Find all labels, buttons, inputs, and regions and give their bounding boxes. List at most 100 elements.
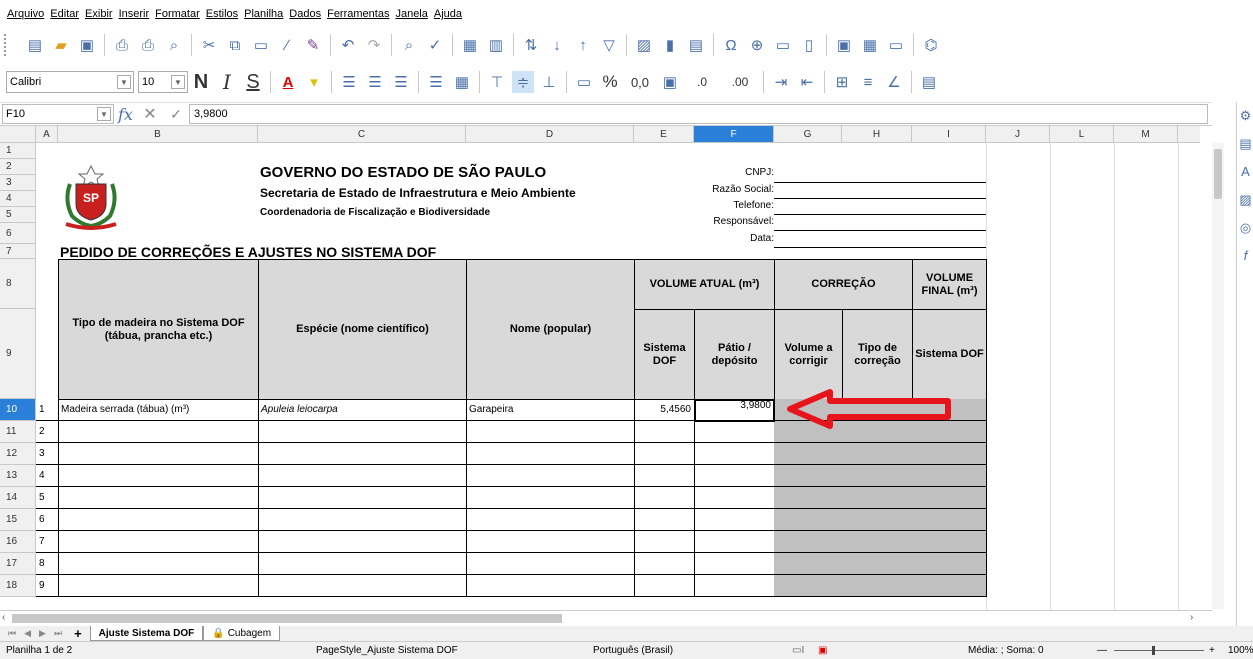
tipo-madeira-cell[interactable]	[58, 575, 259, 597]
item-number[interactable]: 1	[36, 399, 59, 421]
chevron-down-icon[interactable]: ▼	[117, 75, 131, 89]
next-sheet-icon[interactable]: ▶	[39, 628, 46, 639]
row-header[interactable]: 5	[0, 207, 36, 223]
header-sistema-dof-final[interactable]: Sistema DOF	[912, 309, 987, 400]
navigator-icon[interactable]: ◎	[1237, 220, 1253, 242]
show-draw-functions-icon[interactable]: ⌬	[920, 34, 942, 56]
first-sheet-icon[interactable]: ⏮	[8, 628, 16, 639]
menu-formatar[interactable]: Formatar	[155, 8, 200, 20]
tipo-madeira-cell[interactable]	[58, 443, 259, 465]
tipo-correcao-cell[interactable]	[842, 575, 913, 597]
tipo-correcao-cell[interactable]	[842, 553, 913, 575]
patio-deposito-cell[interactable]	[694, 487, 775, 509]
formula-input[interactable]: 3,9800	[188, 104, 1208, 124]
prev-sheet-icon[interactable]: ◀	[24, 628, 31, 639]
item-number[interactable]: 4	[36, 465, 59, 487]
decrease-indent-icon[interactable]: ⇤	[796, 71, 818, 93]
delete-decimal-icon[interactable]: .00	[723, 71, 757, 93]
image-icon[interactable]: ▨	[633, 34, 655, 56]
language[interactable]: Português (Brasil)	[593, 645, 673, 656]
tipo-madeira-cell[interactable]	[58, 509, 259, 531]
column-header-a[interactable]: A	[36, 126, 58, 143]
tipo-madeira-cell[interactable]	[58, 487, 259, 509]
functions-icon[interactable]: f	[1237, 248, 1253, 270]
row-header[interactable]: 14	[0, 487, 36, 509]
especie-cell[interactable]: Apuleia leiocarpa	[258, 399, 467, 421]
toolbar-grip[interactable]	[4, 34, 10, 56]
tipo-correcao-cell[interactable]	[842, 487, 913, 509]
volume-final-cell[interactable]	[912, 575, 987, 597]
zoom-slider[interactable]	[1114, 650, 1204, 651]
border-color-icon[interactable]: ∠	[883, 71, 905, 93]
sistema-dof-cell[interactable]	[634, 531, 695, 553]
sort-icon[interactable]: ⇅	[520, 34, 542, 56]
select-all-corner[interactable]	[0, 126, 36, 143]
italic-button[interactable]: I	[216, 70, 238, 94]
column-header-blank[interactable]	[1178, 126, 1200, 143]
menu-ferramentas[interactable]: Ferramentas	[327, 8, 389, 20]
volume-final-cell[interactable]	[912, 465, 987, 487]
zoom-out-icon[interactable]: —	[1097, 645, 1107, 656]
menu-estilos[interactable]: Estilos	[206, 8, 238, 20]
nome-popular-cell[interactable]	[466, 421, 635, 443]
menu-planilha[interactable]: Planilha	[244, 8, 283, 20]
zoom-level[interactable]: 100%	[1228, 645, 1253, 656]
item-number[interactable]: 8	[36, 553, 59, 575]
chevron-down-icon[interactable]: ▼	[97, 107, 111, 121]
patio-deposito-cell[interactable]	[694, 465, 775, 487]
hyperlink-icon[interactable]: ⊕	[746, 34, 768, 56]
header-sistema-dof[interactable]: Sistema DOF	[634, 309, 695, 400]
especie-cell[interactable]	[258, 421, 467, 443]
align-center-icon[interactable]: ☰	[364, 71, 386, 93]
split-window-icon[interactable]: ▭	[885, 34, 907, 56]
item-number[interactable]: 3	[36, 443, 59, 465]
row-header[interactable]: 16	[0, 531, 36, 553]
sistema-dof-cell[interactable]	[634, 553, 695, 575]
tipo-correcao-cell[interactable]	[842, 509, 913, 531]
row-header[interactable]: 2	[0, 159, 36, 175]
patio-deposito-cell[interactable]	[694, 509, 775, 531]
column-header-l[interactable]: L	[1050, 126, 1114, 143]
sistema-dof-cell[interactable]	[634, 487, 695, 509]
zoom-slider-thumb[interactable]	[1152, 646, 1155, 655]
column-header-i[interactable]: I	[912, 126, 986, 143]
align-right-icon[interactable]: ☰	[390, 71, 412, 93]
header-footer-icon[interactable]: ▯	[798, 34, 820, 56]
sistema-dof-cell[interactable]	[634, 575, 695, 597]
chevron-down-icon[interactable]: ▼	[171, 75, 185, 89]
volume-final-cell[interactable]	[912, 487, 987, 509]
sort-ascending-icon[interactable]: ↓	[546, 34, 568, 56]
freeze-rows-icon[interactable]: ▦	[859, 34, 881, 56]
menu-inserir[interactable]: Inserir	[119, 8, 150, 20]
conditional-format-icon[interactable]: ▤	[918, 71, 940, 93]
sistema-dof-cell[interactable]	[634, 465, 695, 487]
header-volume-corrigir[interactable]: Volume a corrigir	[774, 309, 843, 400]
function-wizard-icon[interactable]: fx	[118, 105, 133, 124]
row-header[interactable]: 9	[0, 309, 36, 399]
borders-icon[interactable]: ⊞	[831, 71, 853, 93]
row-header[interactable]: 6	[0, 223, 36, 244]
column-icon[interactable]: ▥	[485, 34, 507, 56]
header-volume-final[interactable]: VOLUME FINAL (m³)	[912, 259, 987, 310]
paste-icon[interactable]: ▭	[250, 34, 272, 56]
number-format-button[interactable]: 0,0	[625, 71, 655, 93]
menu-janela[interactable]: Janela	[395, 8, 427, 20]
merge-cells-icon[interactable]: ▦	[451, 71, 473, 93]
undo-icon[interactable]: ↶	[337, 34, 359, 56]
column-header-h[interactable]: H	[842, 126, 912, 143]
add-decimal-icon[interactable]: .0	[685, 71, 719, 93]
especie-cell[interactable]	[258, 443, 467, 465]
header-volume-atual[interactable]: VOLUME ATUAL (m³)	[634, 259, 775, 310]
align-top-icon[interactable]: ⊤	[486, 71, 508, 93]
underline-button[interactable]: S	[242, 71, 264, 93]
clone-format-icon[interactable]: ✎	[302, 34, 324, 56]
row-header[interactable]: 12	[0, 443, 36, 465]
nome-popular-cell[interactable]	[466, 509, 635, 531]
selection-mode-icon[interactable]: ▭I	[792, 645, 804, 656]
especie-cell[interactable]	[258, 531, 467, 553]
scroll-left-icon[interactable]: ‹	[2, 612, 5, 623]
font-name-combo[interactable]: Calibri ▼	[6, 71, 134, 93]
add-sheet-icon[interactable]: +	[74, 626, 82, 641]
document-modified-icon[interactable]: ▣	[818, 645, 827, 656]
column-header-e[interactable]: E	[634, 126, 694, 143]
